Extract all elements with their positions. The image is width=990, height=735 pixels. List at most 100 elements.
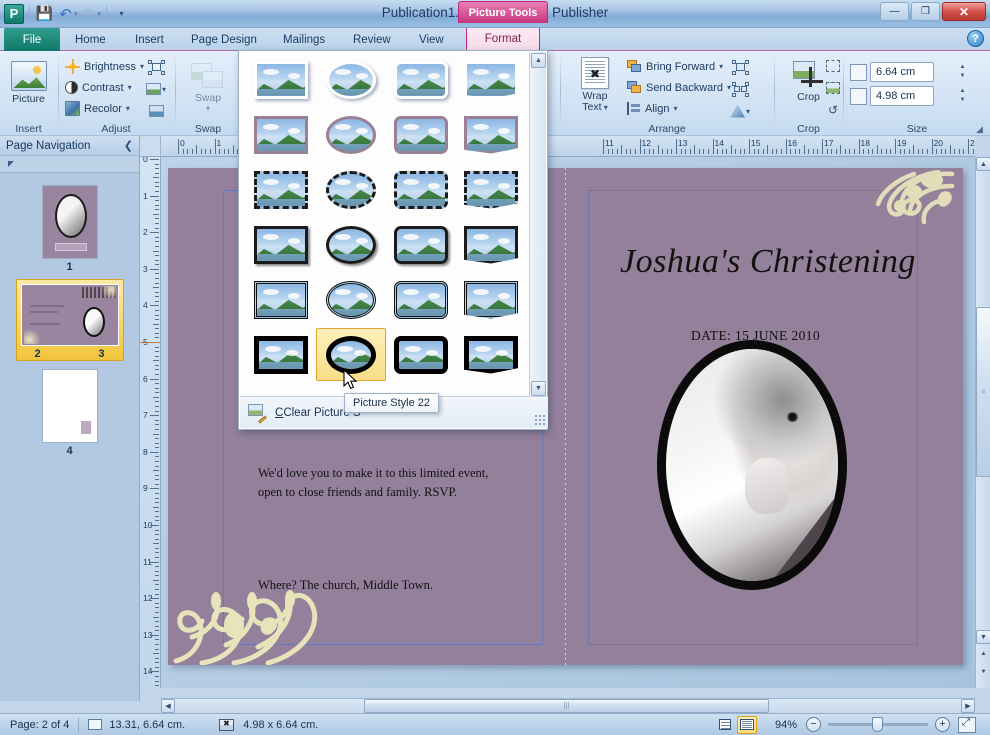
ruler-guide-marker[interactable] <box>140 342 160 343</box>
zoom-out-button[interactable]: − <box>806 717 821 732</box>
zoom-in-button[interactable]: + <box>935 717 950 732</box>
thumbnail-page-2-3-selected[interactable]: 2 3 <box>15 279 124 361</box>
vertical-ruler[interactable]: 01234567891011121314 <box>140 157 161 688</box>
recolor-button[interactable]: Recolor ▾ <box>63 98 146 119</box>
previous-page-button[interactable]: ⯅ <box>976 647 990 663</box>
page-thumbnail-4[interactable]: 4 <box>0 369 139 457</box>
gallery-scroll-up-button[interactable]: ▲ <box>531 53 546 68</box>
thumbnail-page-1[interactable] <box>41 185 98 259</box>
picture-style-21[interactable] <box>246 328 316 381</box>
contrast-button[interactable]: Contrast ▾ <box>63 77 146 98</box>
picture-styles-grid[interactable] <box>240 52 526 397</box>
thumbnail-page-4[interactable] <box>41 369 98 443</box>
picture-style-16[interactable] <box>456 218 526 271</box>
picture-style-3[interactable] <box>386 53 456 106</box>
chevron-down-icon[interactable]: ▾ <box>673 104 677 113</box>
change-picture-icon[interactable]: ▾ <box>145 78 167 100</box>
tab-page-design[interactable]: Page Design <box>180 28 268 51</box>
chevron-left-icon[interactable]: ❮ <box>124 139 133 152</box>
tab-home[interactable]: Home <box>64 28 117 51</box>
shape-height-field[interactable]: 6.64 cm <box>850 62 934 82</box>
picture-style-22[interactable] <box>316 328 386 381</box>
picture-style-14[interactable] <box>316 218 386 271</box>
chevron-down-icon[interactable]: ▾ <box>602 103 608 112</box>
redo-icon[interactable]: ↷ <box>80 4 99 23</box>
width-spinner-down[interactable]: ▼ <box>960 97 966 104</box>
scroll-right-button[interactable]: ▶ <box>961 699 975 713</box>
page-indicator[interactable]: Page: 2 of 4 <box>10 719 69 731</box>
picture-style-13[interactable] <box>246 218 316 271</box>
scroll-up-button[interactable]: ▲ <box>976 157 990 171</box>
tab-insert[interactable]: Insert <box>124 28 175 51</box>
chevron-down-icon[interactable]: ▾ <box>206 104 210 113</box>
picture-style-5[interactable] <box>246 108 316 161</box>
picture-style-8[interactable] <box>456 108 526 161</box>
tab-review[interactable]: Review <box>342 28 402 51</box>
reset-crop-icon[interactable]: ↺ <box>822 99 844 121</box>
width-spinner[interactable]: ▲ ▼ <box>957 88 968 104</box>
tab-format[interactable]: Format <box>466 28 540 51</box>
ungroup-objects-icon[interactable] <box>729 78 751 100</box>
height-spinner[interactable]: ▲ ▼ <box>957 64 968 80</box>
picture-style-23[interactable] <box>386 328 456 381</box>
picture-style-1[interactable] <box>246 53 316 106</box>
vertical-scroll-thumb[interactable]: ≡ <box>976 307 990 477</box>
picture-style-9[interactable] <box>246 163 316 216</box>
picture-style-20[interactable] <box>456 273 526 326</box>
page-thumbnail-2-3[interactable]: 2 3 <box>0 279 139 361</box>
picture-style-17[interactable] <box>246 273 316 326</box>
picture-style-4[interactable] <box>456 53 526 106</box>
undo-dropdown-icon[interactable]: ▾ <box>74 10 78 18</box>
picture-style-2[interactable] <box>316 53 386 106</box>
baby-photo-oval[interactable] <box>657 340 847 590</box>
chevron-down-icon[interactable]: ▾ <box>126 104 130 113</box>
group-objects-icon[interactable] <box>729 56 751 78</box>
undo-icon[interactable]: ↶ <box>56 4 75 23</box>
picture-style-10[interactable] <box>316 163 386 216</box>
width-spinner-up[interactable]: ▲ <box>960 88 966 95</box>
reset-picture-icon[interactable] <box>145 100 167 122</box>
page-navigation-expander[interactable] <box>0 156 139 173</box>
picture-style-19[interactable] <box>386 273 456 326</box>
picture-style-15[interactable] <box>386 218 456 271</box>
next-page-button[interactable]: ⯆ <box>976 665 990 681</box>
vertical-scrollbar[interactable]: ▲ ≡ ▼ ⯅ ⯆ <box>975 157 990 688</box>
body-text-block[interactable]: We'd love you to make it to this limited… <box>258 464 488 502</box>
brightness-button[interactable]: Brightness ▾ <box>63 56 146 77</box>
insert-picture-button[interactable]: Picture <box>0 57 57 105</box>
size-dialog-launcher[interactable]: ◢ <box>976 124 986 134</box>
zoom-slider[interactable] <box>828 717 928 732</box>
picture-style-7[interactable] <box>386 108 456 161</box>
maximize-button[interactable]: ❐ <box>911 2 940 21</box>
rotate-objects-icon[interactable]: ▾ <box>729 100 751 122</box>
gallery-scrollbar[interactable]: ▲ ▼ <box>529 52 546 397</box>
tab-file[interactable]: File <box>4 28 60 51</box>
save-icon[interactable]: 💾 <box>35 4 54 23</box>
picture-styles-gallery[interactable]: ▲ ▼ CClear Picture S <box>238 50 548 430</box>
help-icon[interactable]: ? <box>967 30 984 47</box>
chevron-down-icon[interactable]: ▾ <box>140 62 144 71</box>
chevron-down-icon[interactable]: ▾ <box>719 62 723 71</box>
document-title[interactable]: Joshua's Christening <box>620 243 916 281</box>
redo-dropdown-icon[interactable]: ▾ <box>98 10 102 18</box>
send-backward-button[interactable]: Send Backward ▾ <box>625 77 733 98</box>
shape-height-input[interactable]: 6.64 cm <box>870 62 934 82</box>
minimize-button[interactable]: — <box>880 2 909 21</box>
picture-style-11[interactable] <box>386 163 456 216</box>
align-button[interactable]: Align ▾ <box>625 98 733 119</box>
chevron-down-icon[interactable]: ▾ <box>128 83 132 92</box>
horizontal-scrollbar[interactable]: ◀ ||| ▶ <box>161 698 975 713</box>
crop-to-shape-icon[interactable] <box>822 55 844 77</box>
single-page-view-button[interactable] <box>715 716 735 734</box>
customize-quick-access-icon[interactable]: ▾ <box>112 4 131 23</box>
picture-style-6[interactable] <box>316 108 386 161</box>
chevron-down-icon[interactable]: ▾ <box>162 85 166 94</box>
wrap-text-button[interactable]: Wrap Text ▾ <box>581 53 609 113</box>
swap-button[interactable]: Swap ▾ <box>176 59 240 113</box>
zoom-slider-thumb[interactable] <box>872 717 883 732</box>
compress-pictures-icon[interactable] <box>145 56 167 78</box>
bring-forward-button[interactable]: Bring Forward ▾ <box>625 56 733 77</box>
gallery-resize-grip[interactable] <box>534 414 546 426</box>
tab-mailings[interactable]: Mailings <box>272 28 336 51</box>
two-page-spread-button[interactable] <box>737 715 757 734</box>
